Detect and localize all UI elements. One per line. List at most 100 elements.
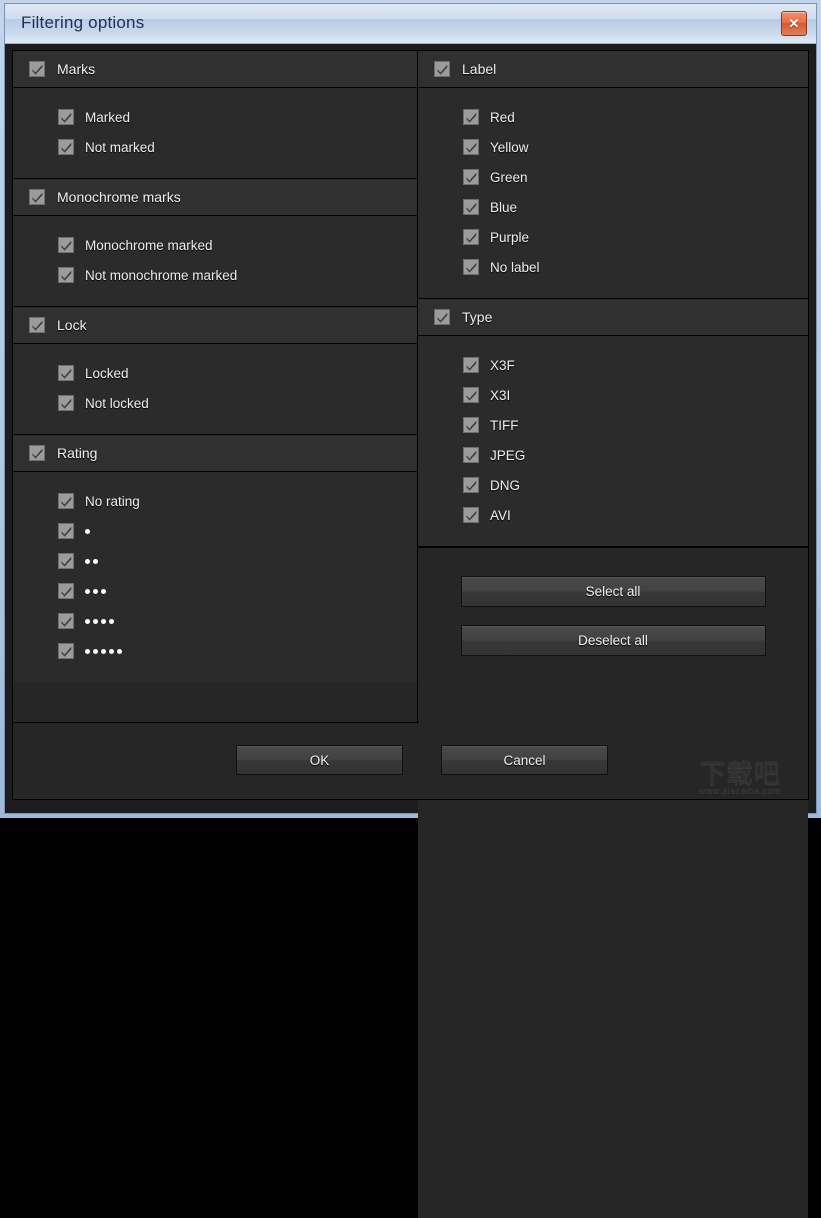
checkbox-blue[interactable] bbox=[463, 199, 479, 215]
checkbox-rating-5[interactable] bbox=[58, 643, 74, 659]
close-button[interactable]: ✕ bbox=[781, 11, 807, 36]
checkbox-jpeg[interactable] bbox=[463, 447, 479, 463]
option-label: Red bbox=[490, 109, 515, 125]
option-label: No label bbox=[490, 259, 540, 275]
option-label: Green bbox=[490, 169, 528, 185]
option-label: Locked bbox=[85, 365, 129, 381]
option-label: Monochrome marked bbox=[85, 237, 213, 253]
option-row-locked[interactable]: Locked bbox=[13, 358, 417, 388]
checkbox-rating[interactable] bbox=[29, 445, 45, 461]
group-header-rating[interactable]: Rating bbox=[13, 435, 417, 472]
right-column: Label Red Yellow Green Blue Purple No label Typ… bbox=[418, 51, 808, 1218]
checkbox-rating-1[interactable] bbox=[58, 523, 74, 539]
option-row-not-locked[interactable]: Not locked bbox=[13, 388, 417, 418]
option-row-jpeg[interactable]: JPEG bbox=[418, 440, 808, 470]
option-row-red[interactable]: Red bbox=[418, 102, 808, 132]
option-row-marked[interactable]: Marked bbox=[13, 102, 417, 132]
checkbox-monochrome-marks[interactable] bbox=[29, 189, 45, 205]
option-row-not-monochrome-marked[interactable]: Not monochrome marked bbox=[13, 260, 417, 290]
checkbox-marked[interactable] bbox=[58, 109, 74, 125]
option-label: No rating bbox=[85, 493, 140, 509]
checkbox-x3i[interactable] bbox=[463, 387, 479, 403]
option-row-x3i[interactable]: X3I bbox=[418, 380, 808, 410]
group-header-label[interactable]: Label bbox=[418, 51, 808, 88]
select-all-button[interactable]: Select all bbox=[460, 576, 766, 607]
group-body-marks: Marked Not marked bbox=[13, 88, 417, 178]
watermark: 下载吧 www.xiazaiba.com bbox=[680, 760, 800, 797]
checkbox-tiff[interactable] bbox=[463, 417, 479, 433]
option-row-blue[interactable]: Blue bbox=[418, 192, 808, 222]
checkbox-monochrome-marked[interactable] bbox=[58, 237, 74, 253]
option-label: Not locked bbox=[85, 395, 149, 411]
option-label: JPEG bbox=[490, 447, 526, 463]
option-row-no-label[interactable]: No label bbox=[418, 252, 808, 282]
group-body-type: X3F X3I TIFF JPEG DNG AVI bbox=[418, 336, 808, 546]
checkbox-rating-3[interactable] bbox=[58, 583, 74, 599]
option-label: X3I bbox=[490, 387, 511, 403]
ok-button[interactable]: OK bbox=[236, 745, 403, 775]
cancel-button[interactable]: Cancel bbox=[441, 745, 608, 775]
window-title: Filtering options bbox=[21, 13, 145, 32]
group-header-type[interactable]: Type bbox=[418, 299, 808, 336]
option-label: Not monochrome marked bbox=[85, 267, 238, 283]
deselect-all-button[interactable]: Deselect all bbox=[460, 625, 766, 656]
checkbox-type[interactable] bbox=[434, 309, 450, 325]
group-header-lock[interactable]: Lock bbox=[13, 307, 417, 344]
checkbox-red[interactable] bbox=[463, 109, 479, 125]
option-row-rating-3[interactable] bbox=[13, 576, 417, 606]
rating-dots bbox=[85, 583, 106, 599]
option-row-tiff[interactable]: TIFF bbox=[418, 410, 808, 440]
checkbox-lock[interactable] bbox=[29, 317, 45, 333]
group-rating: Rating No rating bbox=[13, 435, 417, 682]
bulk-actions: Select all Deselect all bbox=[418, 547, 808, 1218]
option-row-avi[interactable]: AVI bbox=[418, 500, 808, 530]
rating-dots bbox=[85, 523, 90, 539]
option-row-no-rating[interactable]: No rating bbox=[13, 486, 417, 516]
option-label: X3F bbox=[490, 357, 515, 373]
rating-dots bbox=[85, 613, 114, 629]
group-header-label: Type bbox=[462, 309, 493, 325]
option-label: Blue bbox=[490, 199, 518, 215]
checkbox-locked[interactable] bbox=[58, 365, 74, 381]
checkbox-not-locked[interactable] bbox=[58, 395, 74, 411]
group-body-label: Red Yellow Green Blue Purple No label bbox=[418, 88, 808, 298]
group-marks: Marks Marked Not marked bbox=[13, 51, 417, 179]
group-body-rating: No rating bbox=[13, 472, 417, 682]
group-header-monochrome-marks[interactable]: Monochrome marks bbox=[13, 179, 417, 216]
checkbox-rating-4[interactable] bbox=[58, 613, 74, 629]
checkbox-rating-2[interactable] bbox=[58, 553, 74, 569]
option-row-rating-4[interactable] bbox=[13, 606, 417, 636]
group-header-label: Rating bbox=[57, 445, 98, 461]
checkbox-purple[interactable] bbox=[463, 229, 479, 245]
checkbox-dng[interactable] bbox=[463, 477, 479, 493]
checkbox-not-monochrome-marked[interactable] bbox=[58, 267, 74, 283]
option-label: Purple bbox=[490, 229, 530, 245]
option-row-green[interactable]: Green bbox=[418, 162, 808, 192]
checkbox-not-marked[interactable] bbox=[58, 139, 74, 155]
group-header-marks[interactable]: Marks bbox=[13, 51, 417, 88]
group-header-label: Marks bbox=[57, 61, 96, 77]
checkbox-avi[interactable] bbox=[463, 507, 479, 523]
checkbox-yellow[interactable] bbox=[463, 139, 479, 155]
group-lock: Lock Locked Not locked bbox=[13, 307, 417, 435]
checkbox-label[interactable] bbox=[434, 61, 450, 77]
option-row-not-marked[interactable]: Not marked bbox=[13, 132, 417, 162]
option-row-dng[interactable]: DNG bbox=[418, 470, 808, 500]
content-area: Marks Marked Not marked Monochrome marks Mon… bbox=[12, 50, 809, 1218]
option-row-yellow[interactable]: Yellow bbox=[418, 132, 808, 162]
option-row-purple[interactable]: Purple bbox=[418, 222, 808, 252]
group-body-monochrome-marks: Monochrome marked Not monochrome marked bbox=[13, 216, 417, 306]
option-row-rating-1[interactable] bbox=[13, 516, 417, 546]
option-row-monochrome-marked[interactable]: Monochrome marked bbox=[13, 230, 417, 260]
checkbox-x3f[interactable] bbox=[463, 357, 479, 373]
checkbox-green[interactable] bbox=[463, 169, 479, 185]
option-row-rating-2[interactable] bbox=[13, 546, 417, 576]
checkbox-no-rating[interactable] bbox=[58, 493, 74, 509]
group-header-label: Monochrome marks bbox=[57, 189, 181, 205]
checkbox-marks[interactable] bbox=[29, 61, 45, 77]
option-row-rating-5[interactable] bbox=[13, 636, 417, 666]
option-label: Not marked bbox=[85, 139, 155, 155]
option-label: Yellow bbox=[490, 139, 529, 155]
option-row-x3f[interactable]: X3F bbox=[418, 350, 808, 380]
checkbox-no-label[interactable] bbox=[463, 259, 479, 275]
